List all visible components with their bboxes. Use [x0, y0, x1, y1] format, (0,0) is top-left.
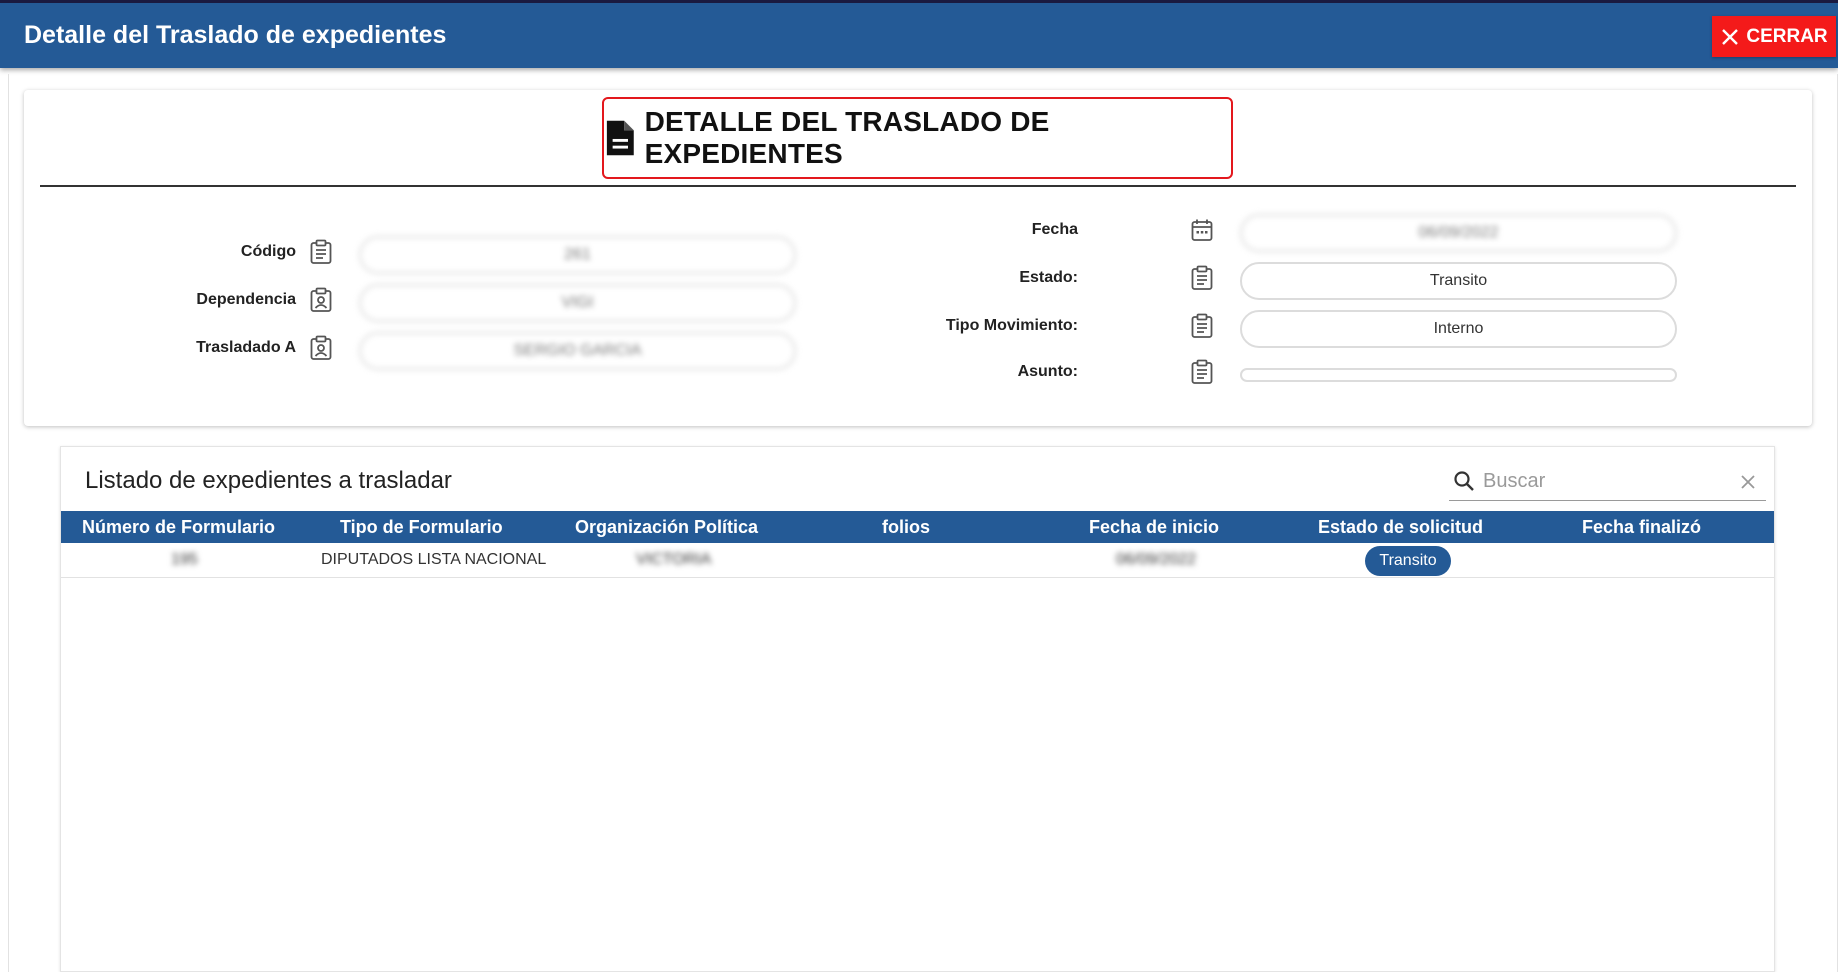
column-header[interactable]: folios	[882, 511, 930, 543]
close-icon	[1722, 28, 1739, 45]
column-header[interactable]: Estado de solicitud	[1318, 511, 1483, 543]
cell-organizacion-politica: VICTORIA	[636, 551, 712, 568]
tipo-movimiento-label: Tipo Movimiento:	[945, 317, 1078, 334]
contact-icon	[310, 287, 332, 312]
cell-numero-formulario: 195	[171, 551, 198, 568]
table-header: Número de Formulario Tipo de Formulario …	[61, 511, 1774, 543]
cell-tipo-formulario: DIPUTADOS LISTA NACIONAL	[321, 551, 547, 568]
codigo-field[interactable]	[359, 236, 796, 274]
search-icon	[1454, 471, 1474, 491]
file-document-icon	[606, 120, 634, 156]
trasladado-a-field[interactable]	[359, 332, 796, 370]
status-badge: Transito	[1365, 546, 1451, 576]
tipo-movimiento-field[interactable]	[1240, 310, 1677, 348]
clipboard-icon	[310, 239, 332, 264]
contact-icon	[310, 335, 332, 360]
table-title: Listado de expedientes a trasladar	[85, 467, 452, 494]
top-bar: Detalle del Traslado de expedientes CERR…	[0, 0, 1838, 68]
search-input[interactable]	[1483, 467, 1723, 495]
clear-icon[interactable]	[1737, 471, 1759, 493]
expedientes-table-card: Listado de expedientes a trasladar Númer…	[60, 446, 1775, 972]
clipboard-icon	[1191, 359, 1213, 384]
detail-heading: DETALLE DEL TRASLADO DE EXPEDIENTES	[644, 106, 1050, 169]
detail-heading-box: DETALLE DEL TRASLADO DE EXPEDIENTES	[602, 97, 1233, 179]
asunto-label: Asunto:	[1017, 363, 1078, 380]
dependencia-field[interactable]	[359, 284, 796, 322]
table-row[interactable]: 195 DIPUTADOS LISTA NACIONAL VICTORIA 06…	[61, 543, 1774, 578]
column-header[interactable]: Número de Formulario	[82, 511, 275, 543]
column-header[interactable]: Fecha de inicio	[1089, 511, 1219, 543]
column-header[interactable]: Organización Política	[575, 511, 758, 543]
close-button-label: CERRAR	[1746, 25, 1828, 47]
estado-field[interactable]	[1240, 262, 1677, 300]
codigo-label: Código	[240, 243, 296, 260]
fecha-field[interactable]	[1240, 214, 1677, 252]
detail-card: DETALLE DEL TRASLADO DE EXPEDIENTES Códi…	[24, 90, 1812, 426]
search-box	[1449, 463, 1766, 501]
column-header[interactable]: Tipo de Formulario	[340, 511, 503, 543]
cell-fecha-inicio: 06/09/2022	[1116, 551, 1197, 568]
asunto-field[interactable]	[1240, 368, 1677, 382]
close-button[interactable]: CERRAR	[1712, 16, 1836, 57]
clipboard-icon	[1191, 313, 1213, 338]
heading-divider	[40, 185, 1796, 187]
window-title: Detalle del Traslado de expedientes	[24, 21, 447, 49]
column-header[interactable]: Fecha finalizó	[1582, 511, 1701, 543]
clipboard-icon	[1191, 265, 1213, 290]
calendar-icon	[1191, 219, 1213, 241]
dependencia-label: Dependencia	[196, 291, 296, 308]
trasladado-a-label: Trasladado A	[196, 339, 296, 356]
estado-label: Estado:	[1019, 269, 1078, 286]
fecha-label: Fecha	[1031, 221, 1078, 238]
